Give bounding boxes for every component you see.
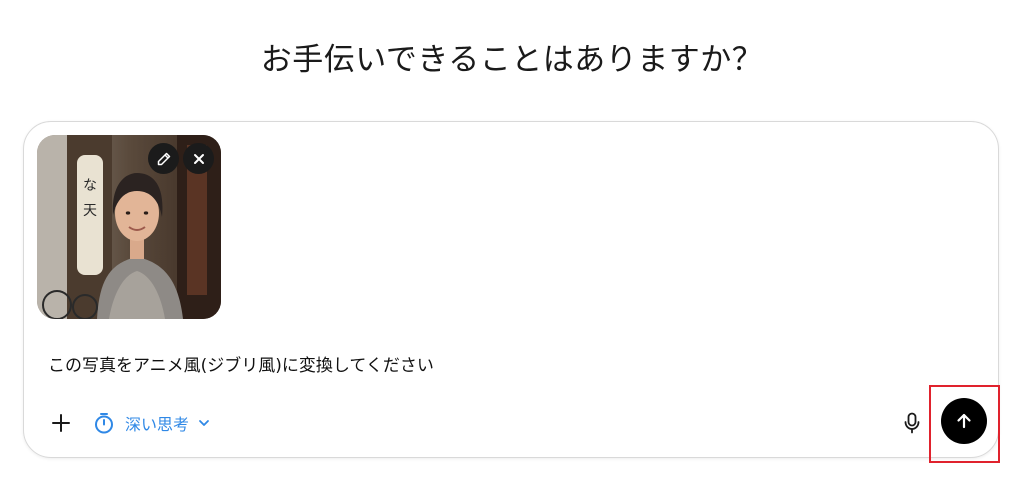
svg-text:天: 天 [83, 203, 97, 219]
microphone-icon [904, 412, 920, 434]
deep-think-button[interactable]: 深い思考 [93, 407, 211, 439]
send-button[interactable] [941, 398, 987, 444]
pencil-icon [157, 152, 170, 165]
voice-input-button[interactable] [897, 408, 927, 438]
chevron-down-icon [199, 420, 209, 426]
edit-image-button[interactable] [148, 143, 179, 174]
add-attachment-button[interactable] [46, 408, 76, 438]
image-attachment[interactable]: な 天 [37, 135, 221, 319]
chat-page: お手伝いできることはありますか？ な 天 この写真をアニメ風(ジブリ風)に変換し… [0, 0, 1024, 492]
page-heading: お手伝いできることはありますか？ [260, 42, 764, 78]
svg-text:な: な [83, 178, 97, 194]
close-icon [193, 153, 204, 164]
deep-think-label: 深い思考 [125, 415, 190, 434]
remove-image-button[interactable] [183, 143, 214, 174]
prompt-input[interactable]: この写真をアニメ風(ジブリ風)に変換してください [48, 351, 434, 376]
timer-icon [95, 413, 113, 434]
message-composer: な 天 この写真をアニメ風(ジブリ風)に変換してください 深い思考 [23, 121, 999, 458]
plus-icon [52, 414, 70, 432]
arrow-up-icon [957, 413, 971, 429]
